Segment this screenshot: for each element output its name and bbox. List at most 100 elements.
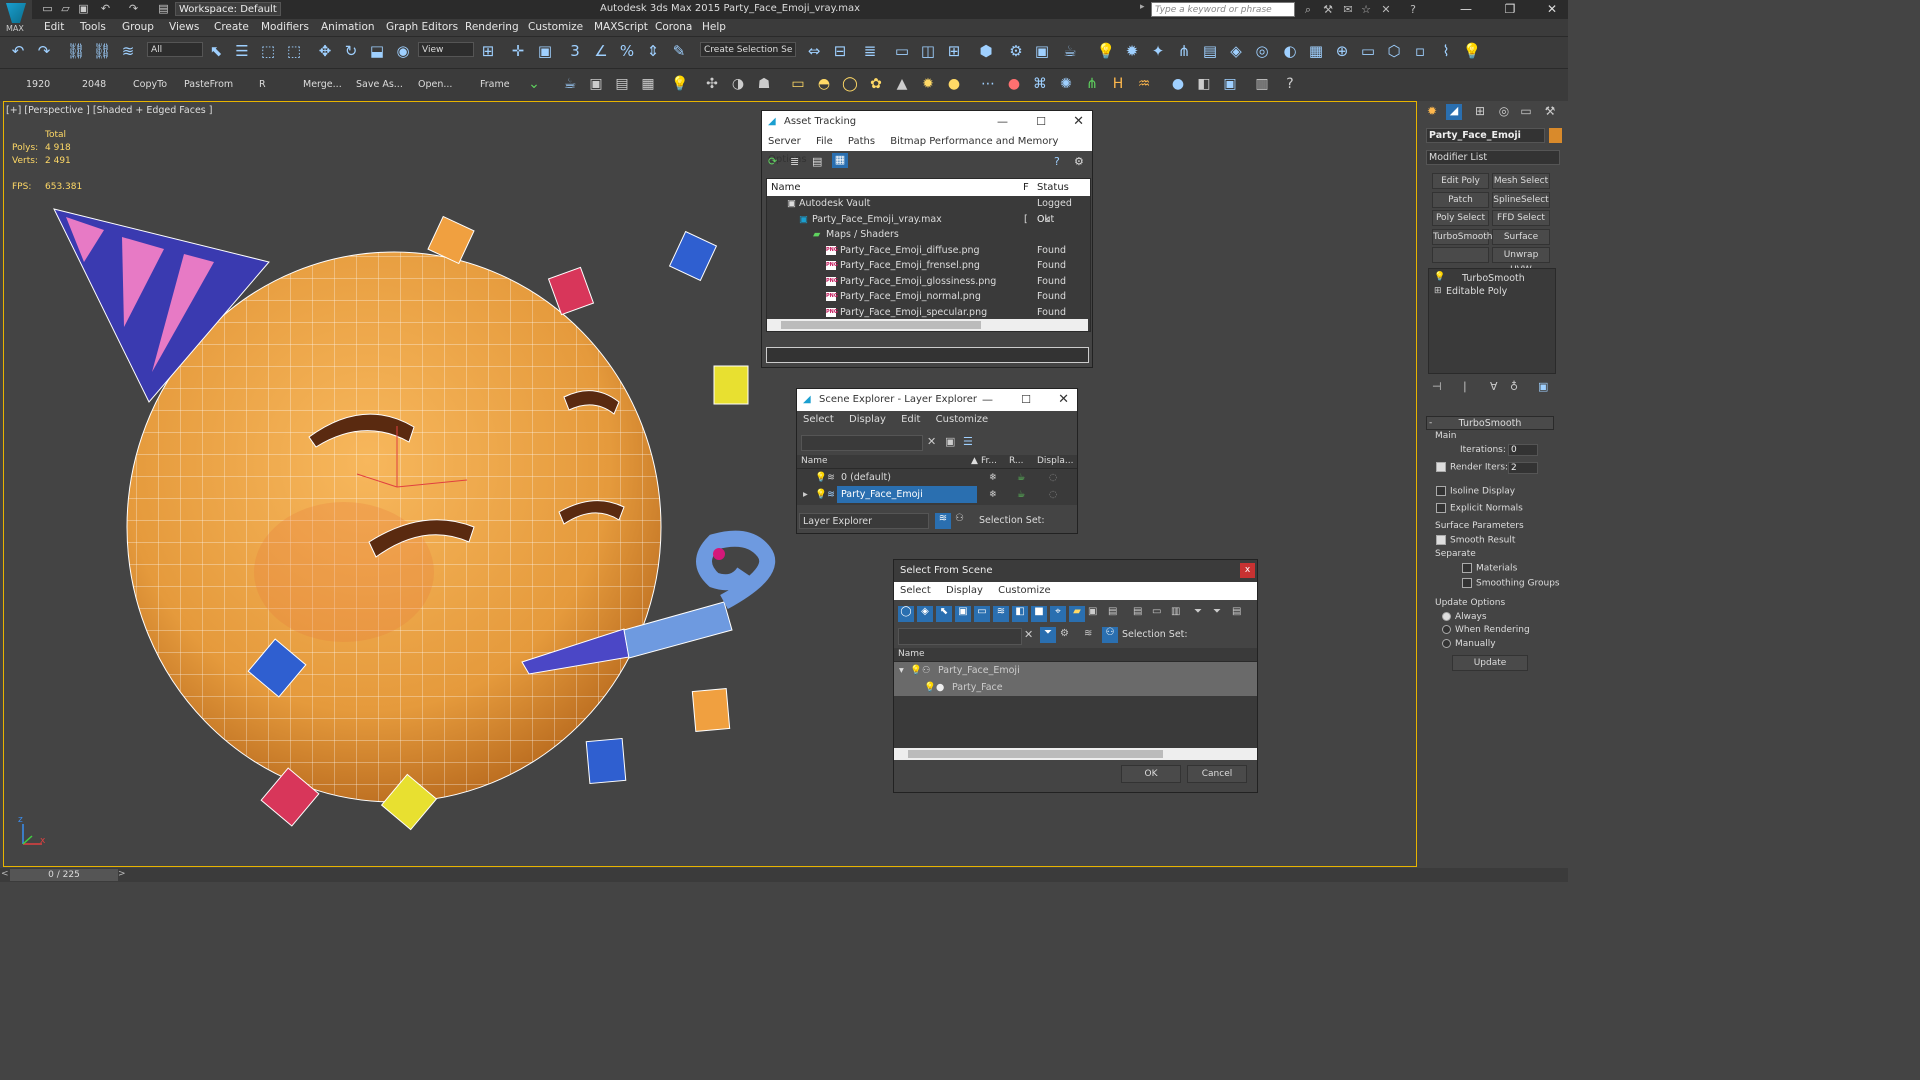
minimize-icon[interactable]: — bbox=[982, 389, 993, 411]
maximize-icon[interactable]: ☐ bbox=[1036, 111, 1046, 133]
unlink-icon[interactable]: ⛓ bbox=[92, 41, 112, 61]
menu-graph-editors[interactable]: Graph Editors bbox=[386, 21, 458, 33]
communication-icon[interactable]: ✉ bbox=[1340, 2, 1356, 17]
collapse-arrow-icon[interactable]: ▾ bbox=[899, 662, 904, 679]
stack-expand-icon[interactable]: ⊞ bbox=[1434, 286, 1442, 296]
target-icon[interactable]: ◑ bbox=[728, 74, 748, 94]
sun-light-icon[interactable]: ✹ bbox=[918, 74, 938, 94]
refresh-icon[interactable]: ⟳ bbox=[768, 155, 777, 168]
display-none-icon[interactable]: ▭ bbox=[1152, 606, 1161, 617]
display-tab-icon[interactable]: ▭ bbox=[1518, 104, 1534, 120]
asset-row[interactable]: PNG Party_Face_Emoji_diffuse.png Found bbox=[767, 243, 1090, 259]
open-button[interactable]: Open... bbox=[418, 79, 452, 90]
context-help-icon[interactable]: ⚙ bbox=[1074, 155, 1084, 168]
dome-light-icon[interactable]: ◓ bbox=[814, 74, 834, 94]
render-setup-icon[interactable]: ▤ bbox=[612, 74, 632, 94]
col-f[interactable]: F bbox=[1023, 179, 1029, 196]
search-expand-icon[interactable]: ▸ bbox=[1140, 2, 1150, 17]
frame-buffer-icon[interactable]: ▤ bbox=[1200, 41, 1220, 61]
snaps-toggle-icon[interactable]: 3 bbox=[565, 41, 585, 61]
search-icon[interactable]: ⌕ bbox=[1300, 2, 1316, 17]
display-geometry-icon[interactable]: ◯ bbox=[898, 606, 914, 622]
display-icon[interactable]: ◌ bbox=[1049, 486, 1057, 503]
res-1920-button[interactable]: 1920 bbox=[26, 79, 50, 90]
make-unique-icon[interactable]: ∀ bbox=[1490, 380, 1498, 393]
helper-icon[interactable]: ☗ bbox=[754, 74, 774, 94]
patch-select-button[interactable]: Patch Select bbox=[1432, 192, 1489, 220]
app-logo-button[interactable]: MAX bbox=[0, 0, 32, 36]
reference-coordinate-dropdown[interactable]: View bbox=[418, 42, 474, 57]
asset-row[interactable]: ▰ Maps / Shaders bbox=[767, 227, 1090, 243]
minimize-icon[interactable]: — bbox=[997, 111, 1008, 133]
save-file-icon[interactable]: ▣ bbox=[76, 2, 91, 16]
menu-edit[interactable]: Edit bbox=[44, 21, 64, 33]
iterations-spinner[interactable]: 0 bbox=[1508, 444, 1538, 456]
scene-explorer-search-input[interactable] bbox=[801, 435, 923, 451]
display-invert-icon[interactable]: ▥ bbox=[1171, 606, 1180, 617]
curve-editor-icon[interactable]: ◫ bbox=[918, 41, 938, 61]
workspace-dropdown[interactable]: Workspace: Default bbox=[175, 2, 281, 16]
vray-dome-icon[interactable]: ◐ bbox=[1280, 41, 1300, 61]
always-radio[interactable]: Always bbox=[1442, 612, 1487, 622]
layer-row-selected[interactable]: ▸ 💡 ≋ Party_Face_Emoji ❄ ☕ ◌ bbox=[797, 486, 1077, 503]
display-lights-icon[interactable]: ⬉ bbox=[936, 606, 952, 622]
minimize-window-button[interactable]: — bbox=[1452, 1, 1480, 18]
table-view-icon[interactable]: ▦ bbox=[832, 153, 848, 168]
list-view-icon[interactable]: ≣ bbox=[790, 155, 799, 168]
maximize-icon[interactable]: ☐ bbox=[1021, 389, 1031, 411]
display-groups-icon[interactable]: ◧ bbox=[1012, 606, 1028, 622]
rollout-collapse-icon[interactable]: - bbox=[1429, 418, 1432, 428]
spinner-snap-icon[interactable]: ⇕ bbox=[643, 41, 663, 61]
menu-customize[interactable]: Customize bbox=[528, 21, 583, 33]
lightbulb-icon[interactable]: 💡 bbox=[815, 486, 827, 503]
scene-row[interactable]: ▾ 💡 ⚇ Party_Face_Emoji bbox=[894, 662, 1257, 679]
utilities-tab-icon[interactable]: ⚒ bbox=[1542, 104, 1558, 120]
save-as-button[interactable]: Save As... bbox=[356, 79, 403, 90]
r-button[interactable]: R bbox=[259, 79, 266, 90]
asset-row[interactable]: PNG Party_Face_Emoji_specular.png Found bbox=[767, 305, 1090, 321]
undo-icon[interactable]: ↶ bbox=[8, 41, 28, 61]
menu-rendering[interactable]: Rendering bbox=[465, 21, 519, 33]
scene-hscrollbar[interactable] bbox=[894, 748, 1257, 760]
smooth-result-checkbox[interactable]: Smooth Result bbox=[1436, 535, 1515, 546]
environment-icon[interactable]: ▦ bbox=[638, 74, 658, 94]
explicit-normals-checkbox[interactable]: Explicit Normals bbox=[1436, 503, 1523, 514]
isoline-display-checkbox[interactable]: Isoline Display bbox=[1436, 486, 1515, 497]
new-file-icon[interactable]: ▭ bbox=[40, 2, 55, 16]
ffd-select-button[interactable]: FFD Select bbox=[1492, 210, 1550, 226]
when-rendering-radio[interactable]: When Rendering bbox=[1442, 625, 1530, 635]
grass-icon[interactable]: ⋔ bbox=[1082, 74, 1102, 94]
smoothing-groups-checkbox[interactable]: Smoothing Groups bbox=[1462, 578, 1560, 589]
bind-spacewarp-icon[interactable]: ≋ bbox=[118, 41, 138, 61]
mirror-icon[interactable]: ⇔ bbox=[804, 41, 824, 61]
lightbulb-icon[interactable]: 💡 bbox=[924, 679, 936, 696]
window-crossing-icon[interactable]: ⬚ bbox=[284, 41, 304, 61]
help-icon[interactable]: ? bbox=[1054, 155, 1060, 168]
freeze-icon[interactable]: ❄ bbox=[989, 486, 997, 503]
redo-icon[interactable]: ↷ bbox=[34, 41, 54, 61]
schematic-view-icon[interactable]: ⊞ bbox=[944, 41, 964, 61]
vray-fur-icon[interactable]: ⌇ bbox=[1436, 41, 1456, 61]
scene-row[interactable]: 💡 ● Party_Face bbox=[894, 679, 1257, 696]
scale-icon[interactable]: ⬓ bbox=[367, 41, 387, 61]
display-hidden-icon[interactable]: ▤ bbox=[1108, 606, 1117, 617]
ambient-light-icon[interactable]: ● bbox=[944, 74, 964, 94]
move-icon[interactable]: ✥ bbox=[315, 41, 335, 61]
menu-maxscript[interactable]: MAXScript bbox=[594, 21, 648, 33]
keyboard-shortcut-icon[interactable]: ▣ bbox=[535, 41, 555, 61]
spline-select-button[interactable]: SplineSelect bbox=[1492, 192, 1550, 208]
lightbulb-icon[interactable]: 💡 bbox=[910, 662, 922, 679]
rectangular-selection-icon[interactable]: ⬚ bbox=[258, 41, 278, 61]
vray-sphere-icon[interactable]: ⊕ bbox=[1332, 41, 1352, 61]
asset-hscrollbar[interactable] bbox=[767, 319, 1088, 331]
asset-list[interactable]: Name F Status ▣ Autodesk Vault Logged Out … bbox=[766, 178, 1091, 332]
scene-object-list[interactable]: Name ▾ 💡 ⚇ Party_Face_Emoji 💡 ● Party_Fa… bbox=[894, 648, 1257, 760]
create-tab-icon[interactable]: ✹ bbox=[1424, 104, 1440, 120]
cancel-button[interactable]: Cancel bbox=[1187, 765, 1247, 783]
display-bones-icon[interactable]: ⌖ bbox=[1050, 606, 1066, 622]
light-icon[interactable]: 💡 bbox=[1096, 41, 1116, 61]
expand-down-icon[interactable]: ⌄ bbox=[524, 74, 544, 94]
surface-select-button[interactable]: Surface Select bbox=[1492, 229, 1550, 257]
time-next-icon[interactable]: > bbox=[118, 869, 126, 879]
unwrap-uvw-button[interactable]: Unwrap UVW bbox=[1492, 247, 1550, 275]
